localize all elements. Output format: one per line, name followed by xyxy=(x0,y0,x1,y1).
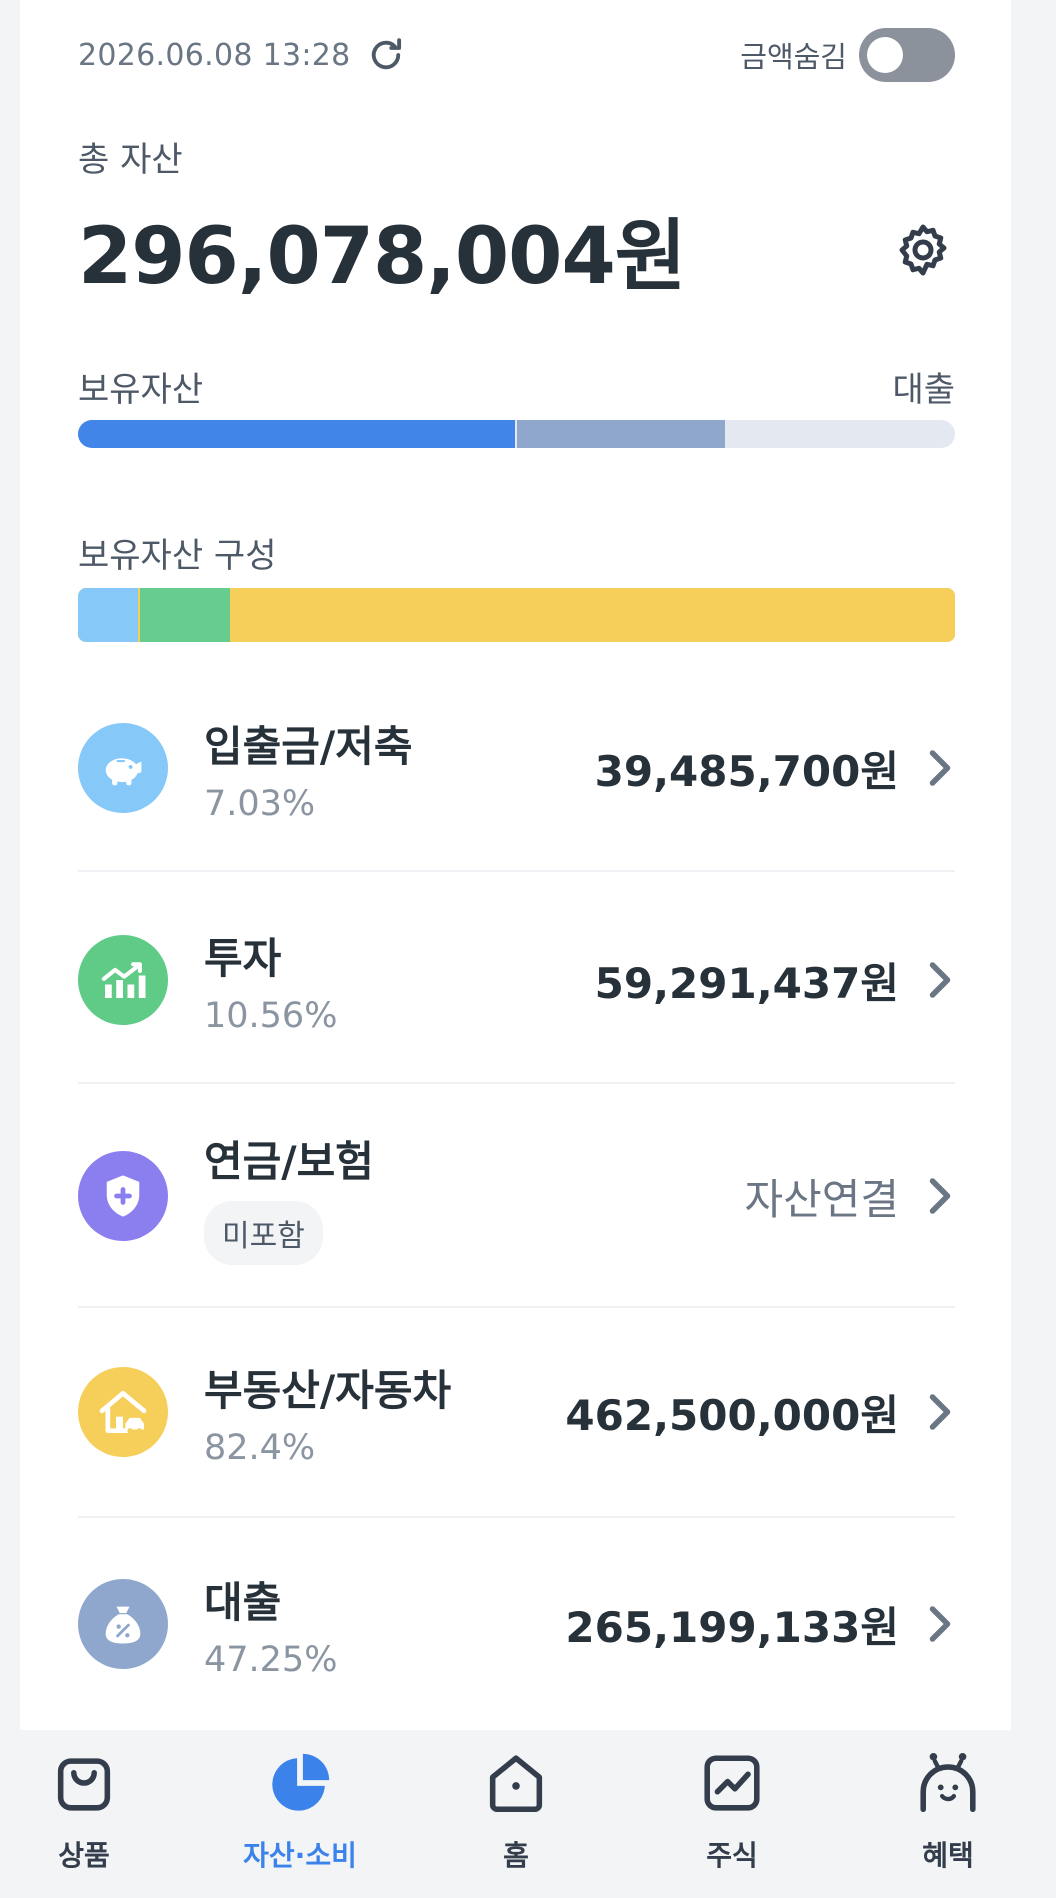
item-title: 대출 xyxy=(204,1577,282,1627)
chevron-right-icon xyxy=(929,1606,951,1642)
hide-amount-label: 금액숨김 xyxy=(740,40,847,74)
home-icon xyxy=(489,1755,543,1813)
divider xyxy=(78,1306,955,1308)
asset-item-savings[interactable]: 입출금/저축 7.03% 39,485,700원 xyxy=(78,720,955,824)
item-text: 투자 10.56% xyxy=(204,925,595,1036)
asset-item-loan[interactable]: 대출 47.25% 265,199,133원 xyxy=(78,1576,955,1680)
item-text: 대출 47.25% xyxy=(204,1569,565,1680)
shield-plus-icon xyxy=(78,1151,168,1241)
timestamp: 2026.06.08 13:28 xyxy=(78,37,351,73)
stock-chart-icon xyxy=(704,1755,760,1811)
item-title: 부동산/자동차 xyxy=(204,1365,452,1415)
composition-segment-0 xyxy=(78,588,138,642)
divider xyxy=(78,1516,955,1518)
toggle-knob xyxy=(867,37,903,73)
chart-up-icon xyxy=(78,935,168,1025)
asset-item-investment[interactable]: 투자 10.56% 59,291,437원 xyxy=(78,932,955,1036)
holdings-label: 보유자산 xyxy=(78,370,204,410)
piggy-bank-icon xyxy=(78,723,168,813)
nav-label: 혜택 xyxy=(922,1839,974,1872)
divider xyxy=(78,1082,955,1084)
item-title: 투자 xyxy=(204,933,282,983)
composition-segment-1 xyxy=(139,588,231,642)
asset-bar-segment-1 xyxy=(516,420,726,448)
item-percent: 10.56% xyxy=(204,995,338,1036)
nav-label: 자산·소비 xyxy=(243,1839,357,1872)
timestamp-group: 2026.06.08 13:28 xyxy=(78,34,407,76)
connect-asset-link[interactable]: 자산연결 xyxy=(744,1166,899,1227)
nav-item-home[interactable]: 홈 xyxy=(408,1730,624,1898)
item-percent: 7.03% xyxy=(204,783,316,824)
nav-item-benefits[interactable]: 혜택 xyxy=(840,1730,1056,1898)
item-title: 입출금/저축 xyxy=(204,721,413,771)
nav-item-stocks[interactable]: 주식 xyxy=(624,1730,840,1898)
item-amount: 462,500,000원 xyxy=(565,1390,899,1440)
composition-label: 보유자산 구성 xyxy=(78,536,277,576)
total-asset-label: 총 자산 xyxy=(78,140,183,180)
hide-amount-group: 금액숨김 xyxy=(740,28,955,82)
divider xyxy=(78,870,955,872)
nav-item-products[interactable]: 상품 xyxy=(0,1730,192,1898)
asset-item-realestate[interactable]: 부동산/자동차 82.4% 462,500,000원 xyxy=(78,1364,955,1468)
asset-item-pension[interactable]: 연금/보험 미포함 자산연결 xyxy=(78,1134,955,1265)
pie-chart-icon xyxy=(272,1753,330,1811)
item-amount: 39,485,700원 xyxy=(594,746,899,796)
bottom-nav: 상품 자산·소비 홈 주식 혜택 xyxy=(0,1730,1056,1898)
composition-bar xyxy=(78,588,955,642)
chevron-right-icon xyxy=(929,1394,951,1430)
loan-label: 대출 xyxy=(892,370,955,410)
shopping-bag-icon xyxy=(57,1758,111,1811)
item-amount: 59,291,437원 xyxy=(594,958,899,1008)
chevron-right-icon xyxy=(929,1178,951,1214)
top-row: 2026.06.08 13:28 금액숨김 xyxy=(78,28,955,82)
nav-label: 홈 xyxy=(503,1839,529,1872)
item-amount: 265,199,133원 xyxy=(565,1602,899,1652)
item-percent: 82.4% xyxy=(204,1427,316,1468)
nav-label: 주식 xyxy=(706,1839,758,1872)
asset-loan-bar xyxy=(78,420,955,448)
asset-bar-labels: 보유자산 대출 xyxy=(78,362,955,411)
item-percent: 47.25% xyxy=(204,1639,338,1680)
item-text: 입출금/저축 7.03% xyxy=(204,713,595,824)
asset-bar-segment-0 xyxy=(78,420,515,448)
item-text: 연금/보험 미포함 xyxy=(204,1128,744,1265)
total-row: 296,078,004원 xyxy=(78,200,955,302)
excluded-badge: 미포함 xyxy=(204,1200,323,1265)
hide-amount-toggle[interactable] xyxy=(859,28,955,82)
refresh-icon[interactable] xyxy=(365,34,407,76)
house-car-icon xyxy=(78,1367,168,1457)
item-text: 부동산/자동차 82.4% xyxy=(204,1357,565,1468)
composition-segment-2 xyxy=(232,588,955,642)
chevron-right-icon xyxy=(929,962,951,998)
chevron-right-icon xyxy=(929,750,951,786)
item-title: 연금/보험 xyxy=(204,1136,374,1186)
character-icon xyxy=(920,1752,976,1813)
nav-label: 상품 xyxy=(58,1839,110,1872)
asset-card: 2026.06.08 13:28 금액숨김 총 자산 296,078,004원 … xyxy=(20,0,1011,1730)
gear-icon[interactable] xyxy=(893,220,953,280)
total-asset-amount: 296,078,004원 xyxy=(78,212,686,302)
loan-bag-icon xyxy=(78,1579,168,1669)
nav-item-assets[interactable]: 자산·소비 xyxy=(192,1730,408,1898)
